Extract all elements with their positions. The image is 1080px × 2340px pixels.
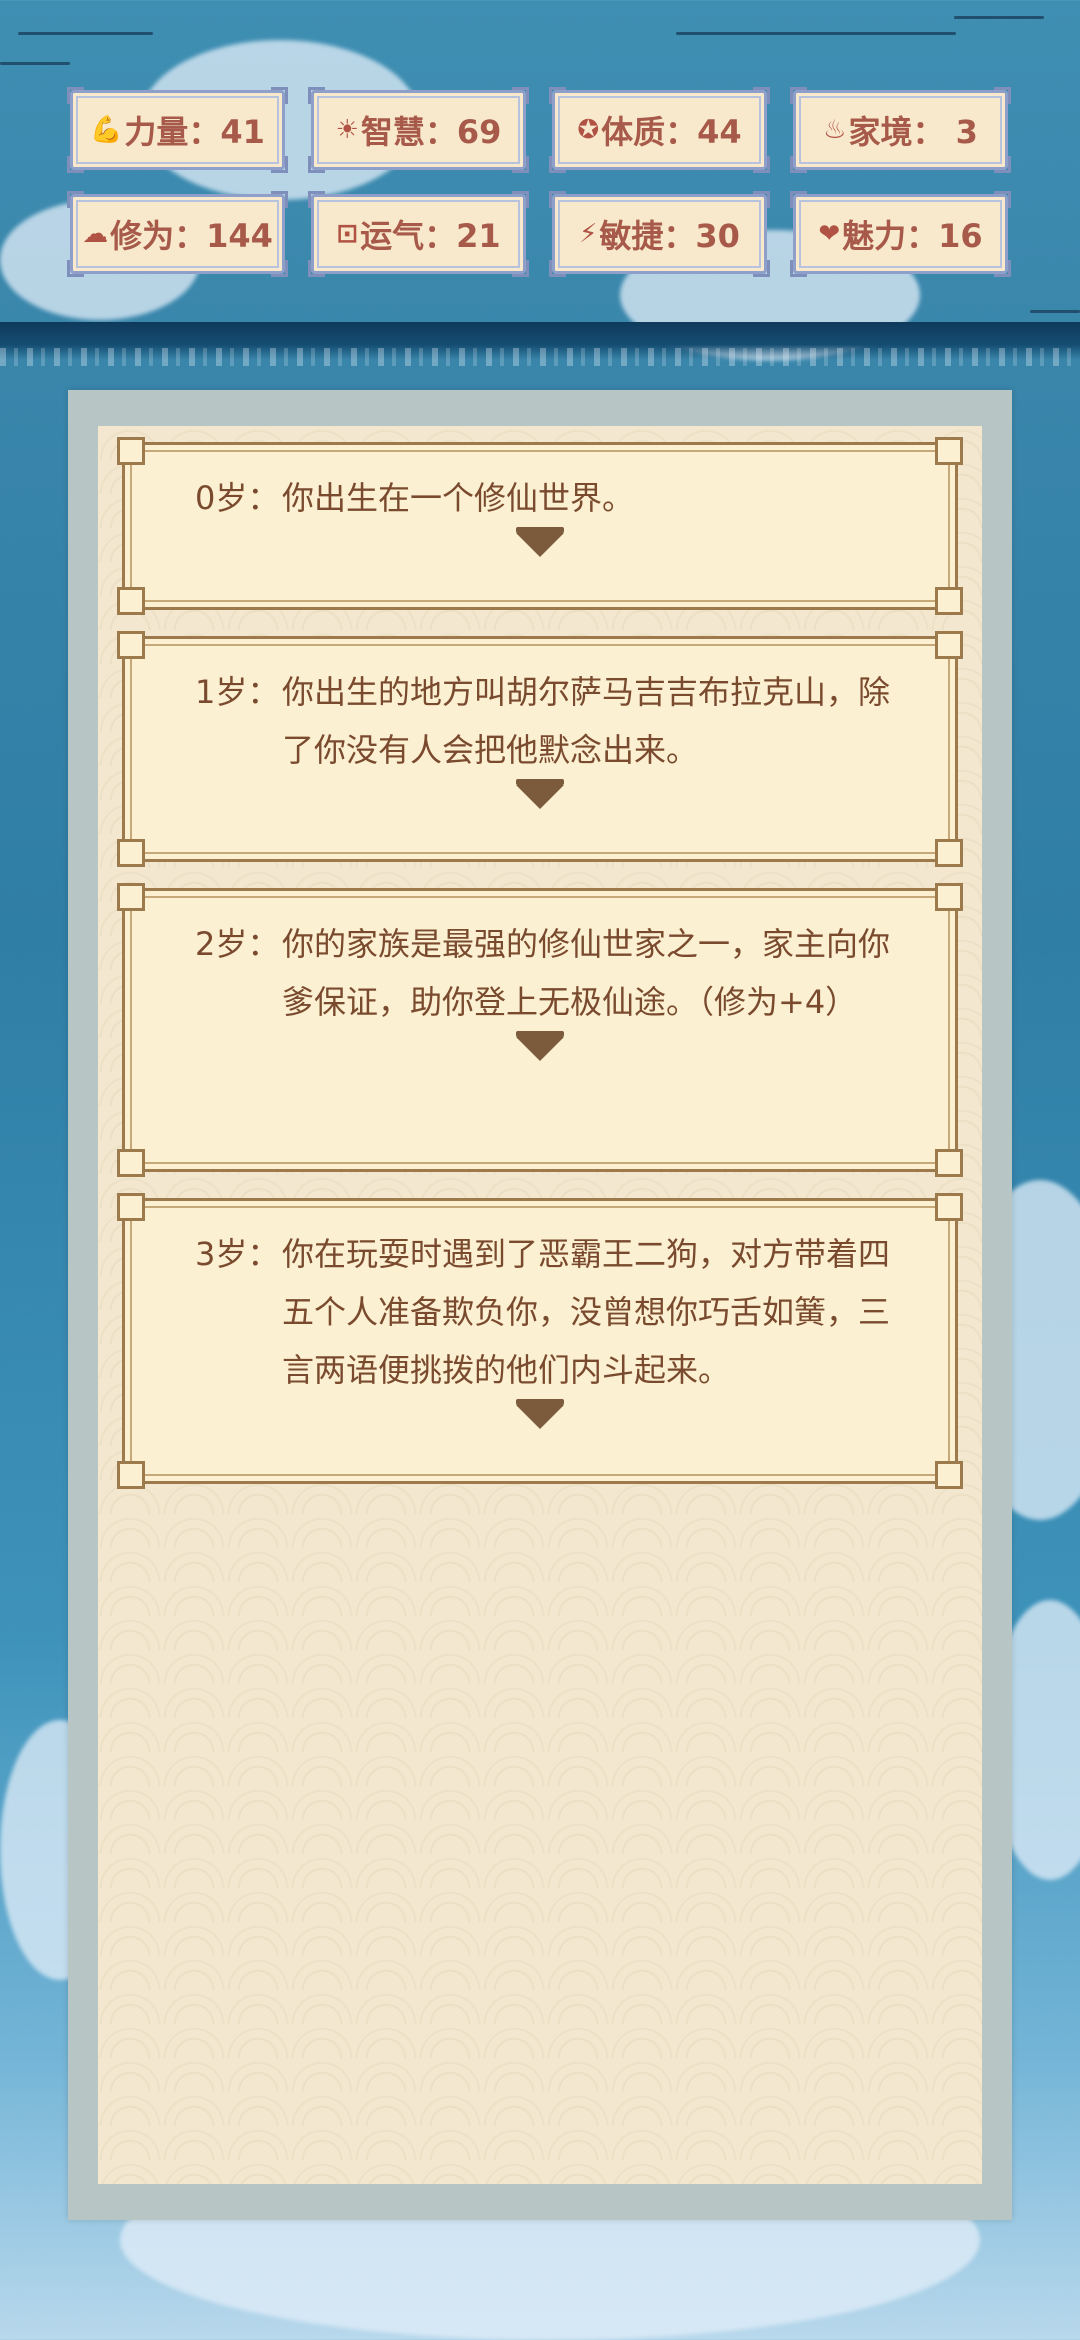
event-text: 你出生在一个修仙世界。 bbox=[282, 479, 635, 517]
stat-label: 魅力：16 bbox=[842, 217, 983, 255]
background-line bbox=[676, 32, 956, 35]
event-text: 你在玩耍时遇到了恶霸王二狗，对方带着四五个人准备欺负你，没曾想你巧舌如簧，三言两… bbox=[282, 1235, 891, 1389]
background-line bbox=[954, 16, 1044, 19]
stat-label: 家境： 3 bbox=[848, 113, 978, 151]
event-entry-2[interactable]: 2岁： 你的家族是最强的修仙世家之一，家主向你爹保证，助你登上无极仙途。（修为+… bbox=[117, 883, 963, 1177]
charm-icon: ❤ bbox=[818, 219, 841, 249]
cultivation-icon: ☁ bbox=[82, 219, 109, 249]
ink-band-edge bbox=[0, 348, 1080, 366]
stat-label: 体质：44 bbox=[601, 113, 742, 151]
expand-arrow-icon[interactable] bbox=[516, 779, 564, 809]
expand-arrow-icon[interactable] bbox=[516, 1031, 564, 1061]
stat-charm: ❤ 魅力：16 bbox=[790, 191, 1011, 277]
event-entry-1[interactable]: 1岁： 你出生的地方叫胡尔萨马吉吉布拉克山，除了你没有人会把他默念出来。 bbox=[117, 631, 963, 867]
strength-icon: 💪 bbox=[90, 115, 123, 145]
event-entry-3[interactable]: 3岁： 你在玩耍时遇到了恶霸王二狗，对方带着四五个人准备欺负你，没曾想你巧舌如簧… bbox=[117, 1193, 963, 1489]
background-line bbox=[0, 62, 70, 65]
stats-panel: 💪 力量：41 ☀ 智慧：69 ✪ 体质：44 ♨ 家境： 3 ☁ 修为：144… bbox=[67, 87, 1011, 277]
event-age: 2岁： bbox=[195, 925, 280, 963]
event-text: 你出生的地方叫胡尔萨马吉吉布拉克山，除了你没有人会把他默念出来。 bbox=[282, 673, 891, 769]
event-age: 0岁： bbox=[195, 479, 280, 517]
background-line bbox=[1030, 310, 1080, 313]
stat-label: 力量：41 bbox=[124, 113, 265, 151]
background-line bbox=[18, 32, 153, 35]
expand-arrow-icon[interactable] bbox=[516, 527, 564, 557]
wisdom-icon: ☀ bbox=[335, 115, 359, 145]
stat-label: 修为：144 bbox=[110, 217, 273, 255]
stat-constitution: ✪ 体质：44 bbox=[549, 87, 770, 173]
constitution-icon: ✪ bbox=[577, 115, 600, 145]
stat-cultivation: ☁ 修为：144 bbox=[67, 191, 288, 277]
luck-icon: ⊡ bbox=[336, 219, 359, 249]
expand-arrow-icon[interactable] bbox=[516, 1399, 564, 1429]
event-age: 3岁： bbox=[195, 1235, 280, 1273]
family-icon: ♨ bbox=[823, 115, 847, 145]
stat-strength: 💪 力量：41 bbox=[67, 87, 288, 173]
event-entry-0[interactable]: 0岁： 你出生在一个修仙世界。 bbox=[117, 437, 963, 615]
stat-label: 运气：21 bbox=[360, 217, 501, 255]
stat-family: ♨ 家境： 3 bbox=[790, 87, 1011, 173]
stat-wisdom: ☀ 智慧：69 bbox=[308, 87, 529, 173]
event-text: 你的家族是最强的修仙世家之一，家主向你爹保证，助你登上无极仙途。（修为+4） bbox=[282, 925, 891, 1021]
stat-agility: ⚡ 敏捷：30 bbox=[549, 191, 770, 277]
stat-label: 智慧：69 bbox=[360, 113, 502, 151]
event-age: 1岁： bbox=[195, 673, 280, 711]
stat-luck: ⊡ 运气：21 bbox=[308, 191, 529, 277]
agility-icon: ⚡ bbox=[579, 219, 598, 249]
stat-label: 敏捷：30 bbox=[599, 217, 740, 255]
